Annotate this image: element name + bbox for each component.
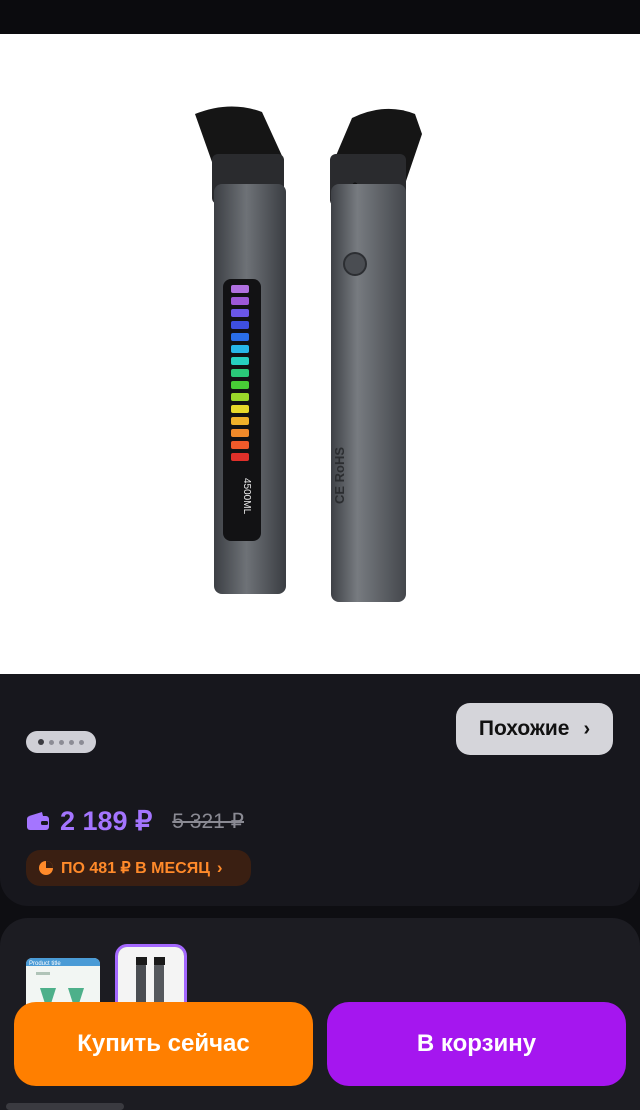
action-bar: Купить сейчас В корзину xyxy=(0,990,640,1110)
pie-chart-icon xyxy=(39,861,53,875)
status-bar xyxy=(0,0,640,34)
pagination-dot xyxy=(38,739,44,745)
cert-label: CE RoHS xyxy=(332,447,347,504)
product-info-card: Похожие › 2 189 ₽ 5 321 ₽ ПО 481 ₽ В МЕС… xyxy=(0,674,640,906)
pagination-dot xyxy=(69,739,74,745)
variant-thumb-title: Product title xyxy=(29,961,61,967)
add-to-cart-button[interactable]: В корзину xyxy=(327,1002,626,1086)
capacity-label: 4500ML xyxy=(241,478,252,515)
gallery-pagination[interactable] xyxy=(26,731,96,753)
product-illustration: 4500ML CE RoHS xyxy=(195,106,422,602)
price-row: 2 189 ₽ 5 321 ₽ xyxy=(26,804,244,838)
old-price: 5 321 ₽ xyxy=(172,809,244,833)
buy-now-button[interactable]: Купить сейчас xyxy=(14,1002,313,1086)
home-indicator xyxy=(6,1103,124,1110)
similar-button[interactable]: Похожие › xyxy=(456,703,613,755)
wallet-icon xyxy=(27,812,49,830)
chevron-right-icon: › xyxy=(216,858,223,877)
chevron-right-icon: › xyxy=(583,717,591,740)
led-bars xyxy=(231,285,249,461)
product-image[interactable]: 4500ML CE RoHS xyxy=(0,34,640,674)
installment-label: ПО 481 ₽ В МЕСЯЦ xyxy=(61,860,210,877)
pagination-dot xyxy=(49,739,54,745)
current-price: 2 189 ₽ xyxy=(60,805,153,836)
installment-badge[interactable]: ПО 481 ₽ В МЕСЯЦ › xyxy=(26,850,251,886)
pagination-dot xyxy=(59,739,64,745)
similar-label: Похожие xyxy=(478,717,570,740)
pagination-dot xyxy=(79,739,84,745)
